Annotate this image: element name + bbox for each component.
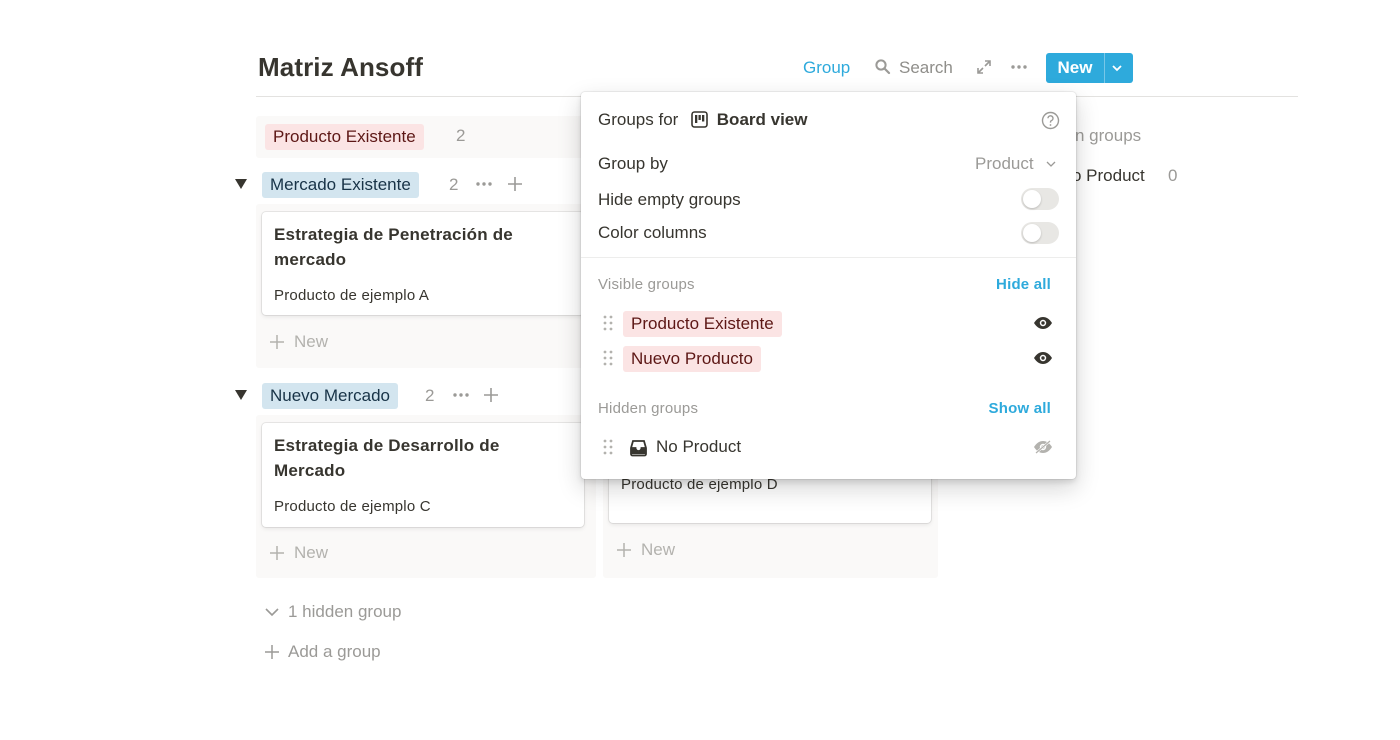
color-columns-toggle[interactable] (1021, 222, 1059, 244)
search-icon[interactable] (874, 58, 892, 76)
page-title: Matriz Ansoff (258, 52, 423, 82)
collapse-triangle-icon[interactable] (234, 178, 248, 190)
plus-icon (270, 335, 284, 349)
plus-icon[interactable] (482, 386, 500, 404)
hide-empty-groups-toggle[interactable] (1021, 188, 1059, 210)
column-header-tag[interactable]: Producto Existente (265, 124, 424, 150)
group-header-nuevo-mercado[interactable]: Nuevo Mercado (262, 383, 399, 409)
visible-group-label: Nuevo Producto (623, 346, 761, 372)
column-label: Producto Existente (265, 124, 424, 150)
hidden-groups-column-header: n groups (1075, 126, 1142, 145)
more-options-icon[interactable] (451, 387, 471, 403)
new-button-label[interactable]: New (1046, 53, 1104, 83)
hidden-group-item[interactable]: o Product (1072, 166, 1145, 186)
group-button[interactable]: Group (803, 58, 850, 78)
more-options-icon[interactable] (474, 176, 494, 192)
groups-popup: Groups for Board view Group by Product H… (581, 92, 1076, 479)
group-label: Mercado Existente (262, 172, 419, 198)
search-button-label[interactable]: Search (899, 58, 953, 78)
board-card[interactable]: Estrategia de Penetración de mercado Pro… (262, 212, 584, 315)
view-name: Board view (716, 110, 808, 129)
more-options-icon[interactable] (1009, 58, 1029, 76)
toggle-knob (1023, 190, 1041, 208)
popup-title-prefix: Groups for (598, 110, 679, 129)
card-property: Producto de ejemplo A (274, 287, 430, 304)
hidden-group-item[interactable]: No Product (629, 436, 869, 460)
hidden-group-count: 0 (1168, 166, 1178, 185)
eye-icon[interactable] (1033, 351, 1053, 365)
hide-all-button[interactable]: Hide all (996, 276, 1051, 293)
chevron-down-icon[interactable] (1109, 61, 1125, 75)
popup-divider (581, 257, 1076, 258)
group-count: 2 (449, 175, 459, 194)
drag-handle-icon[interactable] (602, 349, 614, 367)
visible-group-item[interactable]: Nuevo Producto (623, 346, 761, 372)
new-button-divider (1104, 53, 1105, 83)
hide-empty-groups-label: Hide empty groups (598, 190, 741, 209)
add-group-button[interactable]: Add a group (263, 642, 463, 664)
card-property: Producto de ejemplo C (274, 498, 431, 515)
color-columns-label: Color columns (598, 223, 707, 242)
popup-title: Groups for Board view (598, 110, 807, 130)
hidden-groups-label: 1 hidden group (288, 602, 402, 621)
plus-icon (617, 543, 631, 557)
hidden-groups-toggle[interactable]: 1 hidden group (263, 602, 463, 624)
drag-handle-icon[interactable] (602, 438, 614, 456)
visible-groups-heading: Visible groups (598, 276, 695, 293)
visible-group-item[interactable]: Producto Existente (623, 311, 782, 337)
group-by-label: Group by (598, 154, 668, 173)
board-card[interactable]: Estrategia de Desarrollo de Mercado Prod… (262, 423, 584, 527)
hidden-group-label: No Product (656, 437, 742, 456)
show-all-button[interactable]: Show all (989, 400, 1051, 417)
plus-icon (270, 546, 284, 560)
chevron-down-icon (1046, 161, 1056, 167)
inbox-icon (630, 440, 647, 457)
group-header-mercado-existente[interactable]: Mercado Existente (262, 172, 419, 198)
plus-icon (265, 645, 279, 659)
add-group-label: Add a group (288, 642, 381, 661)
add-card-label: New (641, 540, 676, 559)
chevron-down-icon (265, 608, 279, 617)
card-title: Estrategia de Desarrollo de Mercado (274, 436, 500, 480)
eye-slash-icon[interactable] (1033, 440, 1053, 454)
expand-icon[interactable] (976, 59, 992, 75)
add-card-label: New (294, 543, 329, 562)
hidden-groups-heading: Hidden groups (598, 400, 699, 417)
group-by-select[interactable]: Product (975, 154, 1065, 176)
drag-handle-icon[interactable] (602, 314, 614, 332)
column-count: 2 (456, 126, 466, 145)
eye-icon[interactable] (1033, 316, 1053, 330)
group-label: Nuevo Mercado (262, 383, 399, 409)
group-by-value: Product (975, 154, 1034, 173)
visible-group-label: Producto Existente (623, 311, 782, 337)
help-icon[interactable] (1041, 111, 1060, 130)
plus-icon[interactable] (506, 175, 524, 193)
group-count: 2 (425, 386, 435, 405)
new-button[interactable]: New (1046, 53, 1133, 83)
collapse-triangle-icon[interactable] (234, 389, 248, 401)
board-view-icon (691, 111, 708, 128)
card-title: Estrategia de Penetración de mercado (274, 225, 513, 269)
toggle-knob (1023, 224, 1041, 242)
add-card-label: New (294, 332, 329, 351)
